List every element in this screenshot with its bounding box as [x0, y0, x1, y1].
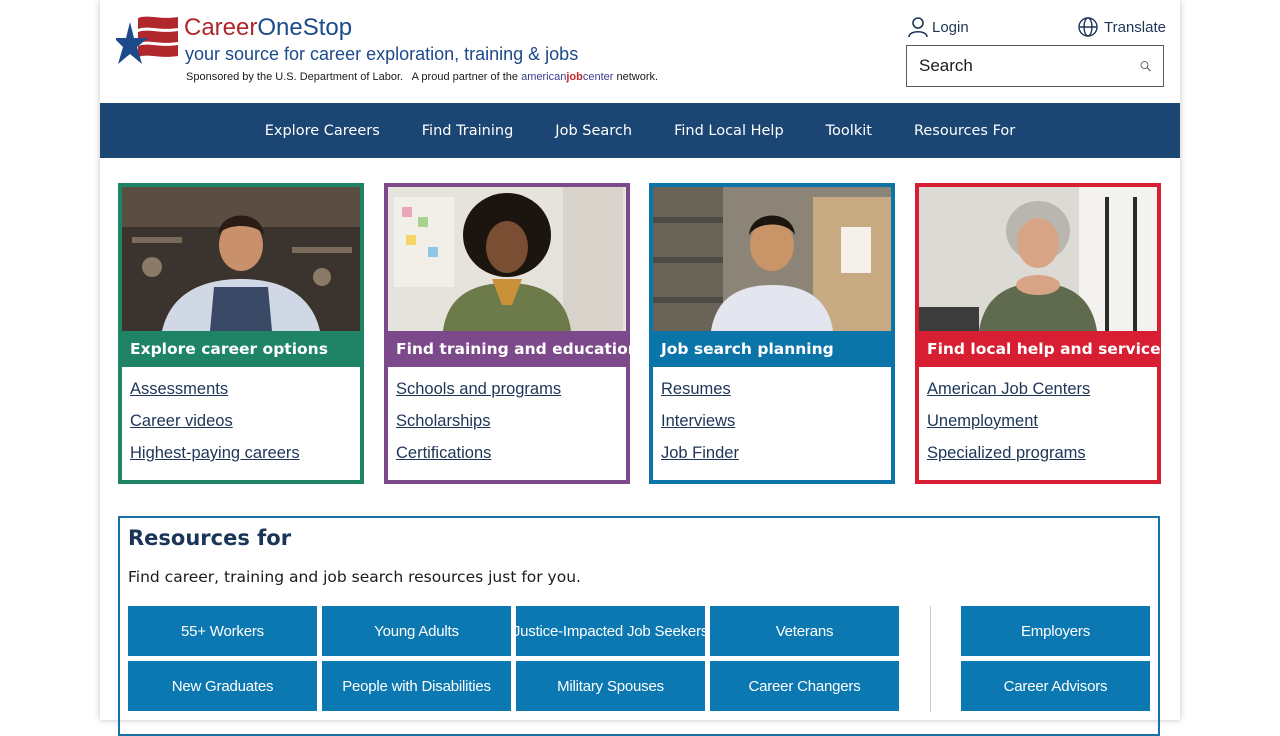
careeronestop-logo[interactable]: [116, 14, 180, 70]
sponsor-text: Sponsored by the U.S. Department of Labo…: [186, 71, 404, 83]
card-photo-older-woman: [919, 187, 1157, 331]
link-certifications[interactable]: Certifications: [396, 444, 491, 462]
card-link-list: Resumes Interviews Job Finder: [661, 380, 739, 476]
card-job-search-planning: Job search planning Resumes Interviews J…: [649, 183, 895, 484]
brand-name[interactable]: CareerOneStop: [184, 14, 352, 42]
card-photo-warehouse: [653, 187, 891, 331]
nav-job-search[interactable]: Job Search: [555, 123, 632, 139]
partner-suffix: network.: [616, 71, 659, 83]
card-find-training: Find training and education Schools and …: [384, 183, 639, 484]
resource-button-young-adults[interactable]: Young Adults: [322, 606, 511, 656]
partner-text: A proud partner of the: [411, 71, 519, 83]
translate-label: Translate: [1104, 18, 1166, 36]
link-american-job-centers[interactable]: American Job Centers: [927, 380, 1090, 398]
list-item: Certifications: [396, 444, 561, 463]
resource-button-veterans[interactable]: Veterans: [710, 606, 899, 656]
list-item: Unemployment: [927, 412, 1090, 431]
card-photo-barista: [122, 187, 360, 331]
list-item: Job Finder: [661, 444, 739, 463]
link-job-finder[interactable]: Job Finder: [661, 444, 739, 462]
resource-button-people-with-disabilities[interactable]: People with Disabilities: [322, 661, 511, 711]
card-photo-student: [388, 187, 626, 331]
brand-part-onestop: OneStop: [257, 14, 353, 41]
ajc-part2: job: [566, 71, 583, 83]
main-nav: Explore Careers Find Training Job Search…: [100, 103, 1180, 158]
tagline: your source for career exploration, trai…: [185, 44, 579, 64]
list-item: Highest-paying careers: [130, 444, 300, 463]
nav-toolkit[interactable]: Toolkit: [826, 123, 872, 139]
list-item: Resumes: [661, 380, 739, 399]
list-item: Specialized programs: [927, 444, 1090, 463]
list-item: Schools and programs: [396, 380, 561, 399]
link-resumes[interactable]: Resumes: [661, 380, 731, 398]
search-box: [906, 45, 1164, 87]
login-link[interactable]: Login: [908, 16, 969, 38]
list-item: Interviews: [661, 412, 739, 431]
american-job-center-logo[interactable]: americanjobcenter: [521, 71, 613, 83]
resource-button-justice-impacted[interactable]: Justice-Impacted Job Seekers: [513, 606, 708, 656]
list-item: Assessments: [130, 380, 300, 399]
card-explore-career-options: Explore career options Assessments Caree…: [118, 183, 364, 484]
search-input[interactable]: [919, 56, 1140, 76]
resources-heading: Resources for: [128, 526, 292, 550]
card-link-list: American Job Centers Unemployment Specia…: [927, 380, 1090, 476]
link-unemployment[interactable]: Unemployment: [927, 412, 1038, 430]
nav-resources-for[interactable]: Resources For: [914, 123, 1015, 139]
search-icon[interactable]: [1140, 55, 1151, 77]
resource-button-military-spouses[interactable]: Military Spouses: [516, 661, 705, 711]
card-title-bar: Find training and education: [388, 331, 639, 367]
ajc-part3: center: [582, 71, 614, 83]
nav-find-training[interactable]: Find Training: [422, 123, 514, 139]
resource-button-career-advisors[interactable]: Career Advisors: [961, 661, 1150, 711]
card-title-bar: Explore career options: [122, 331, 360, 367]
resource-button-career-changers[interactable]: Career Changers: [710, 661, 899, 711]
list-item: Career videos: [130, 412, 300, 431]
ajc-part1: american: [521, 71, 567, 83]
link-career-videos[interactable]: Career videos: [130, 412, 233, 430]
resource-button-55-workers[interactable]: 55+ Workers: [128, 606, 317, 656]
nav-find-local-help[interactable]: Find Local Help: [674, 123, 784, 139]
resource-button-new-graduates[interactable]: New Graduates: [128, 661, 317, 711]
link-scholarships[interactable]: Scholarships: [396, 412, 490, 430]
link-interviews[interactable]: Interviews: [661, 412, 735, 430]
link-highest-paying-careers[interactable]: Highest-paying careers: [130, 444, 300, 462]
card-link-list: Assessments Career videos Highest-paying…: [130, 380, 300, 476]
card-title-bar: Find local help and services: [919, 331, 1170, 367]
list-item: American Job Centers: [927, 380, 1090, 399]
page: CareerOneStop your source for career exp…: [100, 0, 1180, 736]
translate-link[interactable]: Translate: [1078, 17, 1166, 37]
globe-icon: [1078, 17, 1098, 37]
link-specialized-programs[interactable]: Specialized programs: [927, 444, 1086, 462]
user-icon: [908, 17, 928, 38]
link-schools-and-programs[interactable]: Schools and programs: [396, 380, 561, 398]
card-find-local-help: Find local help and services American Jo…: [915, 183, 1170, 484]
resources-description: Find career, training and job search res…: [128, 568, 581, 586]
login-label: Login: [932, 18, 969, 36]
resources-divider: [930, 606, 931, 712]
list-item: Scholarships: [396, 412, 561, 431]
brand-part-career: Career: [184, 14, 258, 41]
resources-for-section: Resources for Find career, training and …: [118, 516, 1160, 736]
sponsor-line: Sponsored by the U.S. Department of Labo…: [186, 71, 658, 83]
card-link-list: Schools and programs Scholarships Certif…: [396, 380, 561, 476]
resource-button-employers[interactable]: Employers: [961, 606, 1150, 656]
nav-explore-careers[interactable]: Explore Careers: [265, 123, 380, 139]
link-assessments[interactable]: Assessments: [130, 380, 228, 398]
card-title-bar: Job search planning: [653, 331, 891, 367]
